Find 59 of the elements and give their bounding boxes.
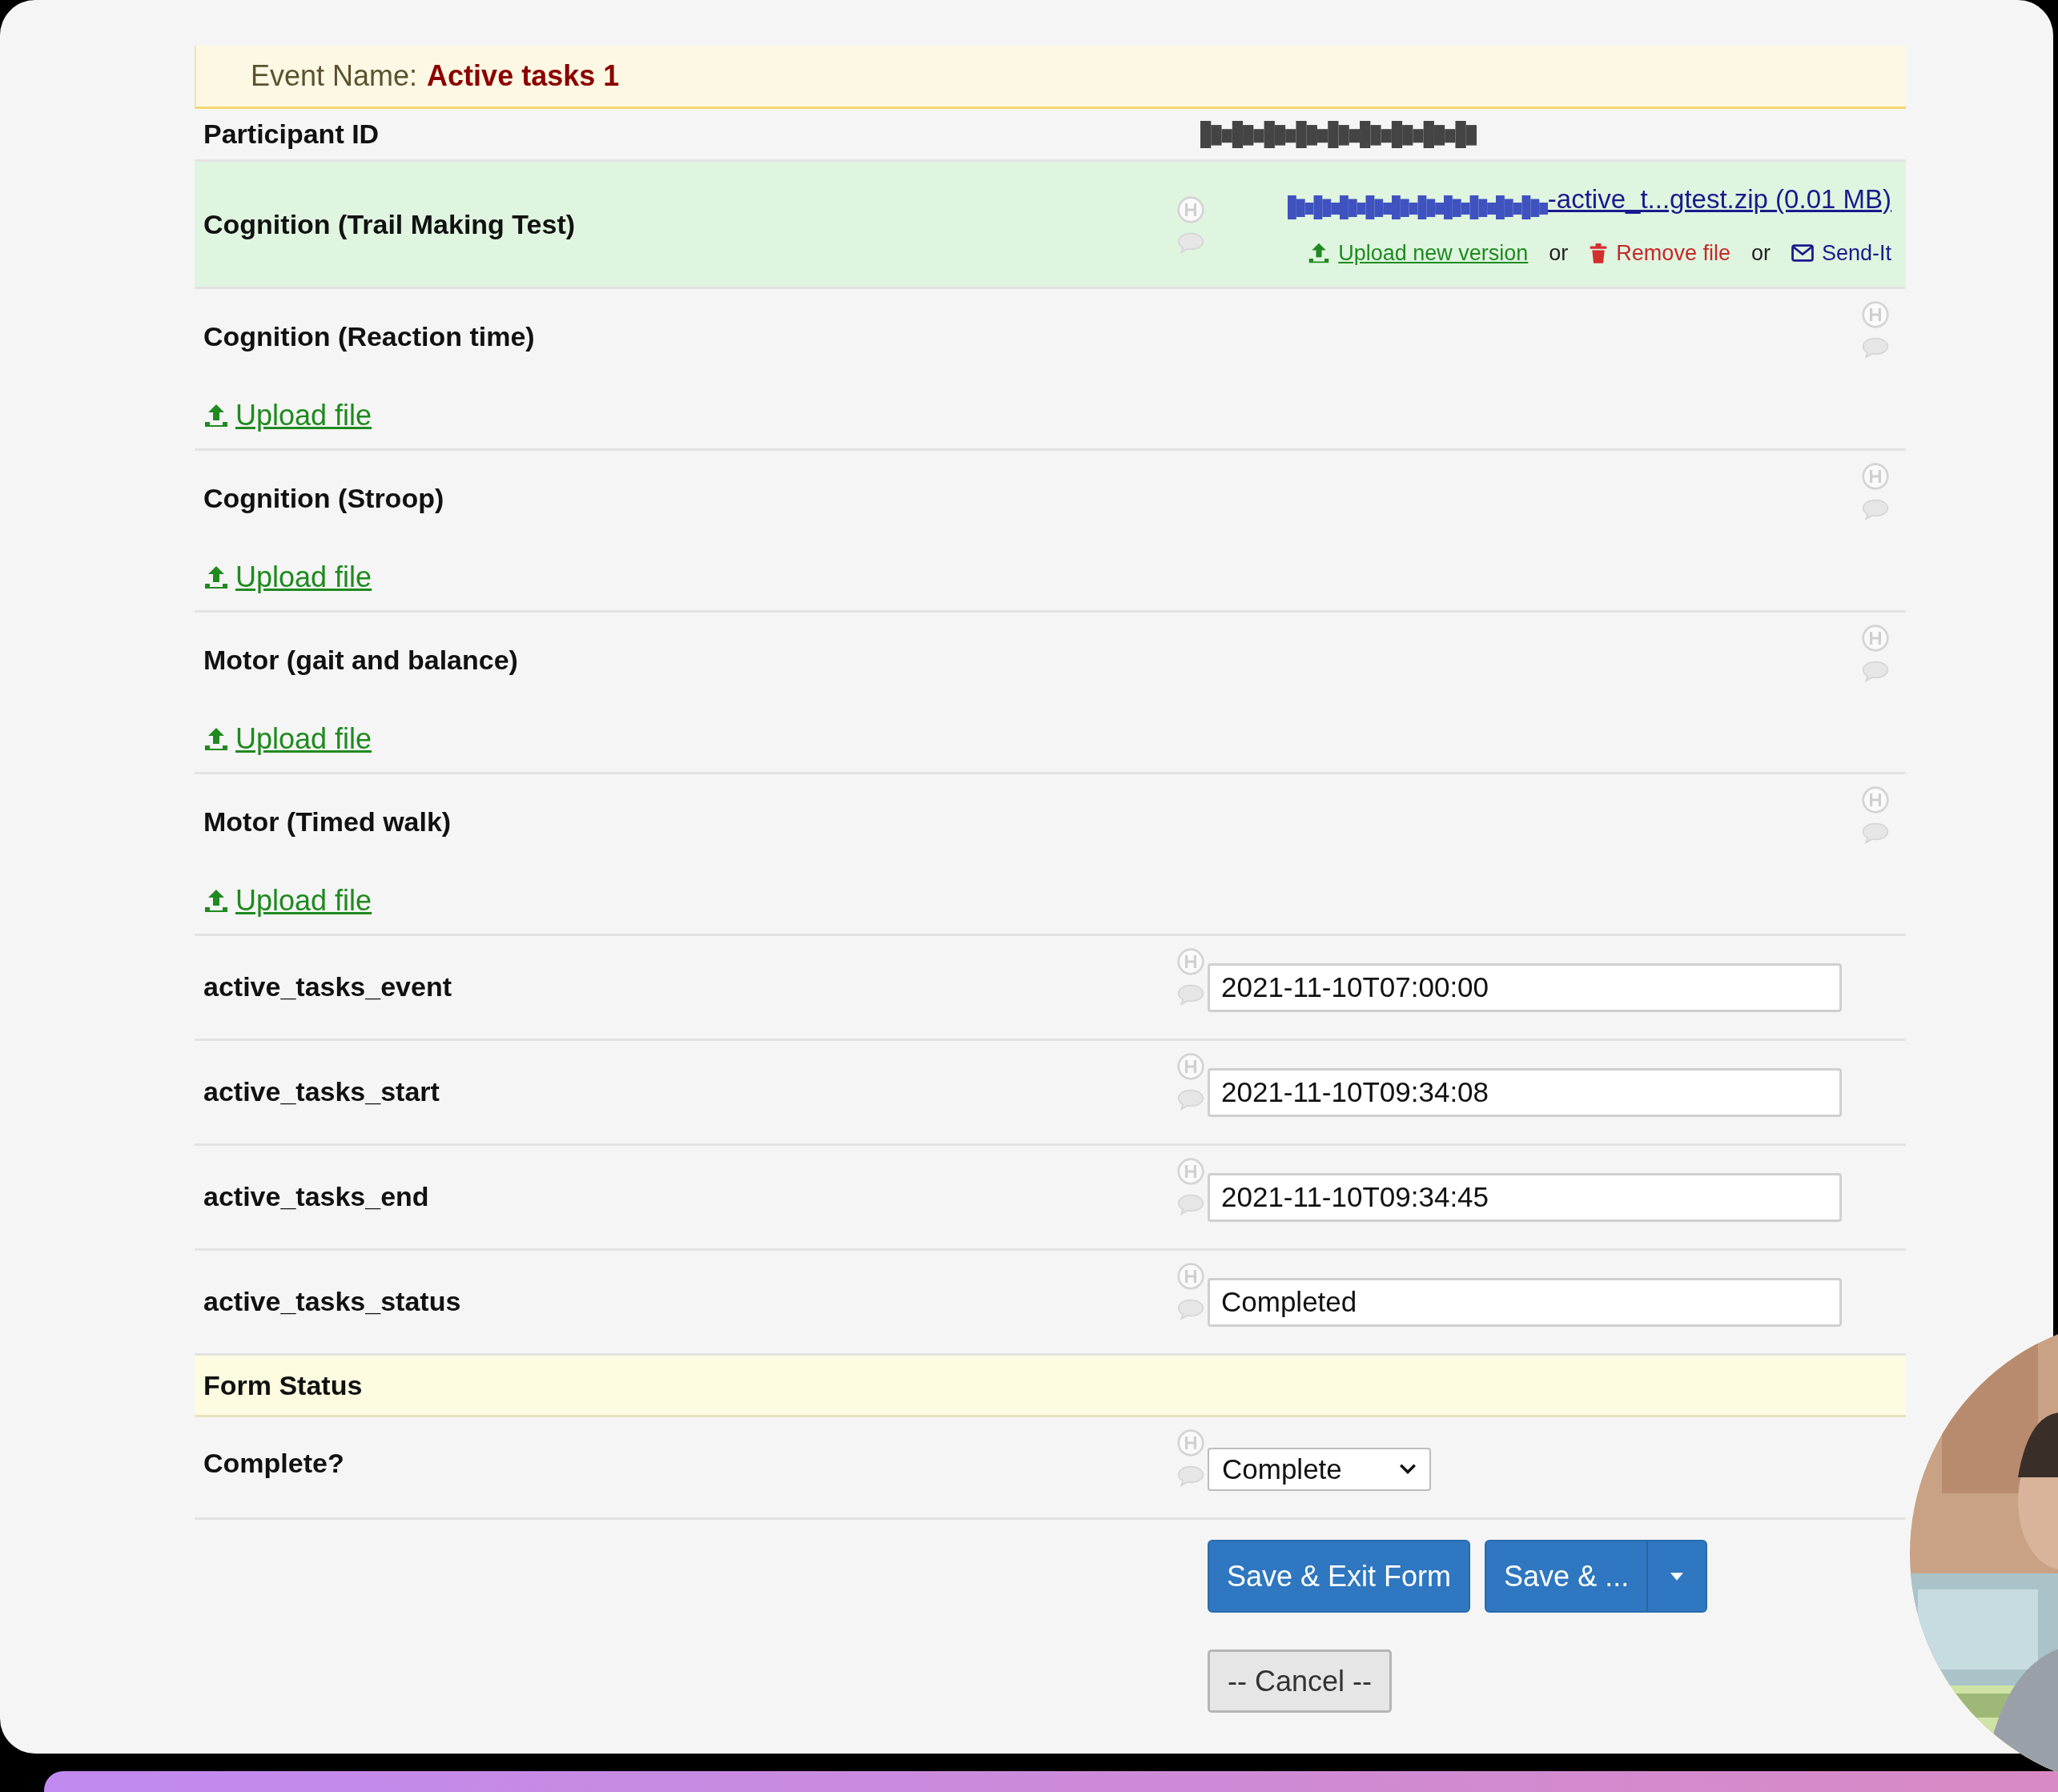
history-icon <box>1861 624 1890 653</box>
history-icon <box>1176 947 1205 976</box>
history-icon <box>1176 195 1205 224</box>
text-input-field[interactable]: 2021-11-10T09:34:08 <box>1208 1068 1842 1117</box>
text-input-field[interactable]: 2021-11-10T07:00:00 <box>1208 963 1842 1012</box>
comment-icon <box>1176 1297 1205 1320</box>
send-it-link[interactable]: Send-It <box>1821 236 1891 269</box>
file-link[interactable]: -active_t...gtest.zip (0.01 MB) <box>1547 179 1891 219</box>
trash-icon <box>1589 241 1609 264</box>
field-label: Motor (Timed walk) <box>203 806 452 838</box>
field-label: active_tasks_status <box>203 1286 461 1316</box>
text-input-field[interactable]: Completed <box>1208 1278 1842 1327</box>
field-label: active_tasks_event <box>203 971 452 1002</box>
field-label: Form Status <box>203 1368 363 1402</box>
event-name-label: Event Name: <box>251 58 418 94</box>
upload-icon <box>203 726 229 752</box>
comment-icon <box>1861 497 1890 520</box>
comment-icon <box>1176 1192 1205 1215</box>
separator-text: or <box>1549 239 1569 267</box>
comment-icon <box>1176 1087 1205 1111</box>
chevron-down-icon <box>1399 1464 1417 1475</box>
upload-icon <box>203 888 229 914</box>
text-input-field[interactable]: 2021-11-10T09:34:45 <box>1208 1173 1842 1222</box>
comment-icon <box>1861 821 1890 844</box>
history-icon <box>1176 1157 1205 1186</box>
upload-file-link[interactable]: Upload file <box>235 879 372 922</box>
upload-file-link[interactable]: Upload file <box>235 556 372 599</box>
upload-new-version-link[interactable]: Upload new version <box>1338 236 1529 269</box>
separator-text: or <box>1751 239 1771 267</box>
field-label: Complete? <box>203 1448 344 1478</box>
comment-icon <box>1176 1464 1205 1487</box>
caret-icon <box>1670 1572 1684 1581</box>
history-icon <box>1176 1052 1205 1081</box>
field-label: active_tasks_start <box>203 1076 440 1107</box>
field-label: Motor (gait and balance) <box>203 644 518 677</box>
history-icon <box>1861 300 1890 329</box>
history-icon <box>1176 1428 1205 1457</box>
upload-icon <box>1308 241 1331 264</box>
field-label: Cognition (Stroop) <box>203 482 444 515</box>
comment-icon <box>1176 982 1205 1006</box>
history-icon <box>1176 1262 1205 1291</box>
upload-icon <box>203 565 229 590</box>
comment-icon <box>1861 659 1890 682</box>
remove-file-link[interactable]: Remove file <box>1616 236 1730 269</box>
field-label: Cognition (Reaction time) <box>203 320 535 353</box>
history-icon <box>1861 462 1890 491</box>
field-label: Participant ID <box>203 119 380 149</box>
save-exit-button[interactable]: Save & Exit Form <box>1208 1540 1471 1613</box>
event-name-value: Active tasks 1 <box>427 58 620 94</box>
history-icon <box>1861 786 1890 814</box>
cancel-button[interactable]: -- Cancel -- <box>1208 1649 1393 1713</box>
field-label: active_tasks_end <box>203 1181 429 1211</box>
upload-file-link[interactable]: Upload file <box>235 394 372 437</box>
comment-icon <box>1861 335 1890 359</box>
status-dropdown[interactable]: Complete <box>1208 1448 1431 1491</box>
upload-file-link[interactable]: Upload file <box>235 717 372 761</box>
upload-icon <box>203 403 229 428</box>
envelope-icon <box>1791 243 1814 262</box>
field-label: Cognition (Trail Making Test) <box>203 208 576 239</box>
